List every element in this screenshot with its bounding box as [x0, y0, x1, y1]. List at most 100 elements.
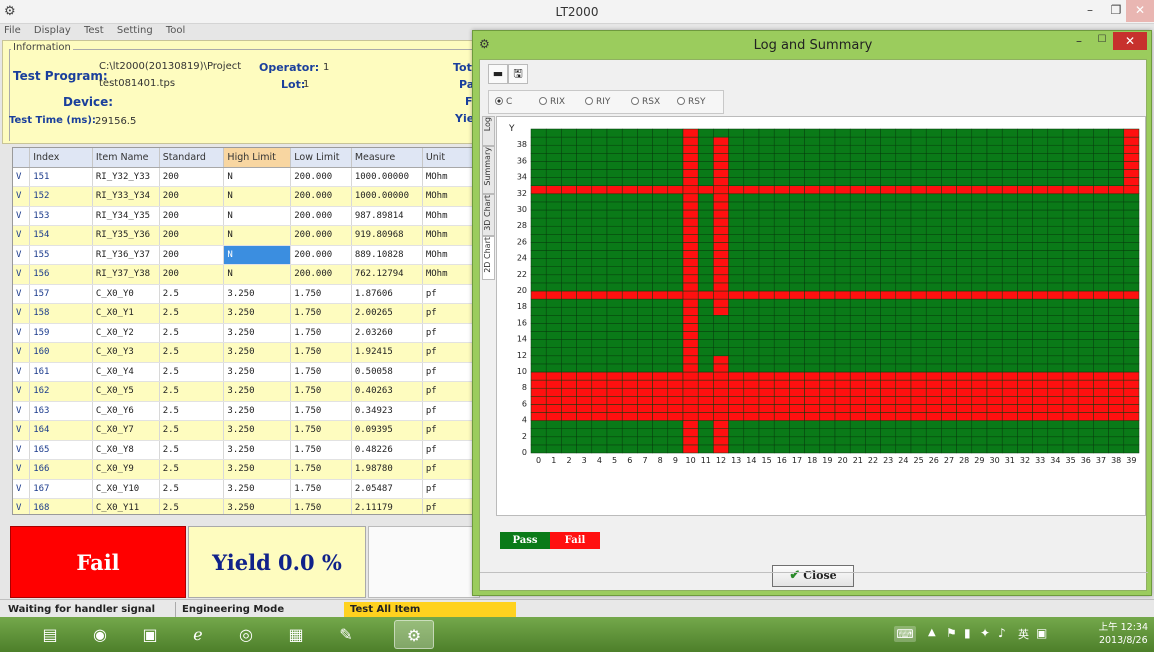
ime-indicator[interactable]: 英	[1018, 626, 1029, 652]
network-icon[interactable]: ✦	[980, 626, 990, 652]
cell-index[interactable]: 152	[29, 186, 93, 207]
cell-item-name[interactable]: C_X0_Y6	[92, 401, 160, 421]
cell-high-limit[interactable]: N	[223, 206, 292, 226]
cell-index[interactable]: 160	[29, 342, 93, 363]
tray-expand-icon[interactable]: ▲	[928, 627, 936, 652]
tab-3d-chart[interactable]: 3D Chart	[482, 194, 495, 236]
cell-standard[interactable]: 200	[159, 225, 225, 246]
col-header-high-limit[interactable]: High Limit	[223, 148, 292, 168]
tab-2d-chart[interactable]: 2D Chart	[482, 236, 495, 280]
menu-file[interactable]: File	[4, 25, 21, 36]
cell-high-limit[interactable]: 3.250	[223, 362, 292, 382]
keyboard-icon[interactable]: ⌨	[894, 626, 916, 642]
cell-high-limit[interactable]: 3.250	[223, 440, 292, 460]
cell-flag[interactable]: V	[13, 362, 31, 382]
cell-low-limit[interactable]: 200.000	[290, 264, 352, 285]
taskbar-media-folder-icon[interactable]: ▣	[130, 620, 170, 649]
cell-standard[interactable]: 2.5	[159, 498, 225, 514]
cell-index[interactable]: 161	[29, 362, 93, 382]
cell-flag[interactable]: V	[13, 225, 31, 246]
taskbar-clock[interactable]: 上午 12:34 2013/8/26	[1099, 621, 1148, 647]
taskbar-chrome-icon[interactable]: ◉	[80, 620, 120, 649]
cell-measure[interactable]: 2.05487	[351, 479, 423, 499]
menu-tool[interactable]: Tool	[166, 25, 185, 36]
cell-flag[interactable]: V	[13, 303, 31, 324]
dialog-maximize-button[interactable]: ☐	[1091, 34, 1113, 50]
table-row[interactable]: V 165 C_X0_Y8 2.5 3.250 1.750 0.48226 pf	[13, 440, 474, 460]
cell-standard[interactable]: 2.5	[159, 420, 225, 441]
cell-standard[interactable]: 2.5	[159, 323, 225, 343]
notification-icon[interactable]: ▣	[1036, 626, 1047, 652]
cell-index[interactable]: 163	[29, 401, 93, 421]
table-row[interactable]: V 155 RI_Y36_Y37 200 N 200.000 889.10828 MOhm	[13, 245, 474, 265]
cell-unit[interactable]: MOhm	[422, 167, 474, 187]
cell-flag[interactable]: V	[13, 381, 31, 402]
cell-high-limit[interactable]: 3.250	[223, 459, 292, 480]
table-row[interactable]: V 156 RI_Y37_Y38 200 N 200.000 762.12794 MOhm	[13, 264, 474, 285]
cell-low-limit[interactable]: 1.750	[290, 440, 352, 460]
cell-item-name[interactable]: C_X0_Y1	[92, 303, 160, 324]
col-header-item-name[interactable]: Item Name	[92, 148, 160, 168]
cell-unit[interactable]: MOhm	[422, 206, 474, 226]
cell-measure[interactable]: 2.03260	[351, 323, 423, 343]
radio-c[interactable]: C	[495, 97, 512, 107]
tab-log[interactable]: Log	[482, 116, 495, 146]
cell-unit[interactable]: pf	[422, 323, 474, 343]
cell-measure[interactable]: 1.87606	[351, 284, 423, 304]
cell-flag[interactable]: V	[13, 498, 31, 514]
cell-high-limit[interactable]: 3.250	[223, 479, 292, 499]
cell-standard[interactable]: 2.5	[159, 342, 225, 363]
cell-flag[interactable]: V	[13, 401, 31, 421]
cell-item-name[interactable]: C_X0_Y2	[92, 323, 160, 343]
cell-low-limit[interactable]: 1.750	[290, 420, 352, 441]
cell-measure[interactable]: 0.50058	[351, 362, 423, 382]
cell-high-limit[interactable]: N	[223, 167, 292, 187]
cell-index[interactable]: 157	[29, 284, 93, 304]
cell-high-limit[interactable]: 3.250	[223, 303, 292, 324]
menu-display[interactable]: Display	[34, 25, 71, 36]
cell-standard[interactable]: 200	[159, 206, 225, 226]
cell-item-name[interactable]: RI_Y34_Y35	[92, 206, 160, 226]
cell-measure[interactable]: 987.89814	[351, 206, 423, 226]
cell-low-limit[interactable]: 200.000	[290, 167, 352, 187]
cell-unit[interactable]: pf	[422, 440, 474, 460]
taskbar-presentation-icon[interactable]: ▦	[276, 620, 316, 649]
cell-unit[interactable]: pf	[422, 498, 474, 514]
table-row[interactable]: V 158 C_X0_Y1 2.5 3.250 1.750 2.00265 pf	[13, 303, 474, 324]
radio-rsx[interactable]: RSX	[631, 97, 660, 107]
cell-measure[interactable]: 2.00265	[351, 303, 423, 324]
test-items-grid[interactable]: Index Item Name Standard High Limit Low …	[12, 147, 480, 515]
menu-setting[interactable]: Setting	[117, 25, 153, 36]
cell-unit[interactable]: pf	[422, 284, 474, 304]
table-row[interactable]: V 163 C_X0_Y6 2.5 3.250 1.750 0.34923 pf	[13, 401, 474, 421]
save-icon[interactable]: 🖫	[508, 64, 528, 84]
volume-icon[interactable]: ♪	[998, 626, 1006, 652]
dialog-close-button[interactable]: ✕	[1113, 32, 1147, 50]
col-header-flag[interactable]	[13, 148, 31, 168]
cell-item-name[interactable]: C_X0_Y11	[92, 498, 160, 514]
cell-index[interactable]: 166	[29, 459, 93, 480]
cell-unit[interactable]: pf	[422, 479, 474, 499]
cell-unit[interactable]: MOhm	[422, 186, 474, 207]
cell-flag[interactable]: V	[13, 323, 31, 343]
cell-unit[interactable]: pf	[422, 459, 474, 480]
cell-item-name[interactable]: C_X0_Y5	[92, 381, 160, 402]
cell-index[interactable]: 156	[29, 264, 93, 285]
table-row[interactable]: V 168 C_X0_Y11 2.5 3.250 1.750 2.11179 pf	[13, 498, 474, 514]
cell-unit[interactable]: MOhm	[422, 245, 474, 265]
cell-high-limit[interactable]: 3.250	[223, 284, 292, 304]
table-row[interactable]: V 164 C_X0_Y7 2.5 3.250 1.750 0.09395 pf	[13, 420, 474, 441]
cell-low-limit[interactable]: 200.000	[290, 186, 352, 207]
taskbar-file-explorer-icon[interactable]: ▤	[30, 620, 70, 649]
cell-measure[interactable]: 1000.00000	[351, 167, 423, 187]
cell-high-limit[interactable]: N	[223, 225, 292, 246]
cell-low-limit[interactable]: 1.750	[290, 479, 352, 499]
cell-high-limit[interactable]: 3.250	[223, 401, 292, 421]
col-header-unit[interactable]: Unit	[422, 148, 474, 168]
cell-item-name[interactable]: C_X0_Y0	[92, 284, 160, 304]
minimize-button[interactable]: –	[1076, 0, 1104, 22]
table-row[interactable]: V 151 RI_Y32_Y33 200 N 200.000 1000.00000 MOhm	[13, 167, 474, 187]
cell-standard[interactable]: 200	[159, 167, 225, 187]
col-header-index[interactable]: Index	[29, 148, 93, 168]
cell-measure[interactable]: 762.12794	[351, 264, 423, 285]
